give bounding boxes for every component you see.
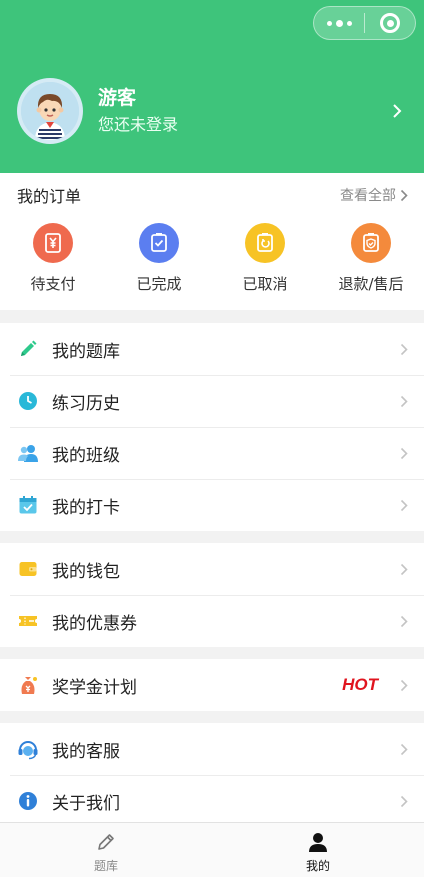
order-item-label: 已取消	[242, 275, 288, 293]
avatar[interactable]	[17, 78, 83, 144]
more-dots-icon	[326, 19, 352, 27]
orders-header: 我的订单 查看全部	[0, 173, 424, 217]
chevron-right-icon	[400, 795, 408, 807]
menu-item-label: 关于我们	[52, 793, 120, 814]
profile-name: 游客	[98, 87, 137, 109]
orders-title: 我的订单	[17, 187, 82, 206]
people-icon	[17, 442, 39, 464]
menu-item-label: 练习历史	[52, 393, 120, 414]
menu-item-label: 我的题库	[52, 341, 120, 362]
target-icon	[380, 13, 400, 33]
hot-badge: HOT	[342, 675, 378, 694]
menu-item-my-checkin[interactable]: 我的打卡	[0, 479, 424, 531]
chevron-right-icon	[400, 499, 408, 511]
menu-item-label: 我的打卡	[52, 497, 120, 518]
clock-icon	[17, 390, 39, 412]
order-item-label: 待支付	[30, 275, 76, 293]
menu-item-label: 我的客服	[52, 741, 120, 762]
menu-item-label: 我的班级	[52, 445, 120, 466]
chevron-right-icon	[400, 395, 408, 407]
chevron-right-icon	[400, 447, 408, 459]
coupon-icon	[17, 610, 39, 632]
order-status-row: 待支付 已完成 已取消 退款/售后	[0, 217, 424, 294]
tab-label: 我的	[305, 859, 330, 873]
bottom-tab-bar: 题库 我的	[0, 822, 424, 877]
profile-info: 游客 您还未登录	[98, 85, 387, 137]
chevron-right-icon	[400, 615, 408, 627]
menu-item-customer-service[interactable]: 我的客服	[0, 723, 424, 775]
check-clipboard-icon	[139, 223, 179, 263]
headset-icon	[17, 738, 39, 760]
order-completed[interactable]: 已完成	[106, 223, 212, 294]
menu-group-scholarship: 奖学金计划 HOT	[0, 659, 424, 711]
menu-item-label: 奖学金计划	[52, 677, 137, 698]
chevron-right-icon	[400, 743, 408, 755]
chevron-right-icon	[387, 101, 407, 121]
menu-item-my-coupons[interactable]: 我的优惠券	[0, 595, 424, 647]
order-item-label: 退款/售后	[338, 275, 404, 293]
yuan-receipt-icon	[33, 223, 73, 263]
cancel-clipboard-icon	[245, 223, 285, 263]
chevron-right-icon	[400, 189, 408, 201]
pencil-icon	[17, 338, 39, 360]
orders-section: 我的订单 查看全部 待支付 已完成 已取消 退款/售后	[0, 173, 424, 310]
profile-header: 游客 您还未登录	[0, 0, 424, 173]
calendar-check-icon	[17, 494, 39, 516]
menu-item-label: 我的优惠券	[52, 613, 137, 634]
menu-item-label: 我的钱包	[52, 561, 120, 582]
menu-item-scholarship-plan[interactable]: 奖学金计划 HOT	[0, 659, 424, 711]
pencil-outline-icon	[98, 834, 114, 850]
chevron-right-icon	[400, 343, 408, 355]
order-item-label: 已完成	[136, 275, 182, 293]
tab-label: 题库	[93, 859, 118, 873]
refund-shield-icon	[351, 223, 391, 263]
close-button[interactable]	[365, 7, 415, 39]
menu-item-about-us[interactable]: 关于我们	[0, 775, 424, 827]
login-status: 您还未登录	[98, 115, 179, 134]
boy-avatar-icon	[21, 82, 79, 140]
tab-mine[interactable]: 我的	[212, 823, 424, 877]
view-all-label: 查看全部	[340, 188, 396, 204]
wallet-icon	[17, 558, 39, 580]
menu-item-practice-history[interactable]: 练习历史	[0, 375, 424, 427]
order-refund-aftersale[interactable]: 退款/售后	[318, 223, 424, 294]
menu-item-my-wallet[interactable]: 我的钱包	[0, 543, 424, 595]
menu-item-my-question-bank[interactable]: 我的题库	[0, 323, 424, 375]
order-cancelled[interactable]: 已取消	[212, 223, 318, 294]
order-pending-payment[interactable]: 待支付	[0, 223, 106, 294]
menu-group-study: 我的题库 练习历史 我的班级 我的打卡	[0, 323, 424, 531]
mini-program-capsule	[313, 6, 416, 40]
profile-card[interactable]: 游客 您还未登录	[17, 76, 415, 146]
money-bag-icon	[17, 674, 39, 696]
chevron-right-icon	[400, 563, 408, 575]
view-all-orders-link[interactable]: 查看全部	[340, 185, 408, 205]
tab-question-bank[interactable]: 题库	[0, 823, 212, 877]
menu-group-support: 我的客服 关于我们	[0, 723, 424, 827]
more-button[interactable]	[314, 7, 364, 39]
chevron-right-icon	[400, 679, 408, 691]
menu-group-finance: 我的钱包 我的优惠券	[0, 543, 424, 647]
person-icon	[309, 833, 327, 852]
menu-item-my-class[interactable]: 我的班级	[0, 427, 424, 479]
info-icon	[17, 790, 39, 812]
